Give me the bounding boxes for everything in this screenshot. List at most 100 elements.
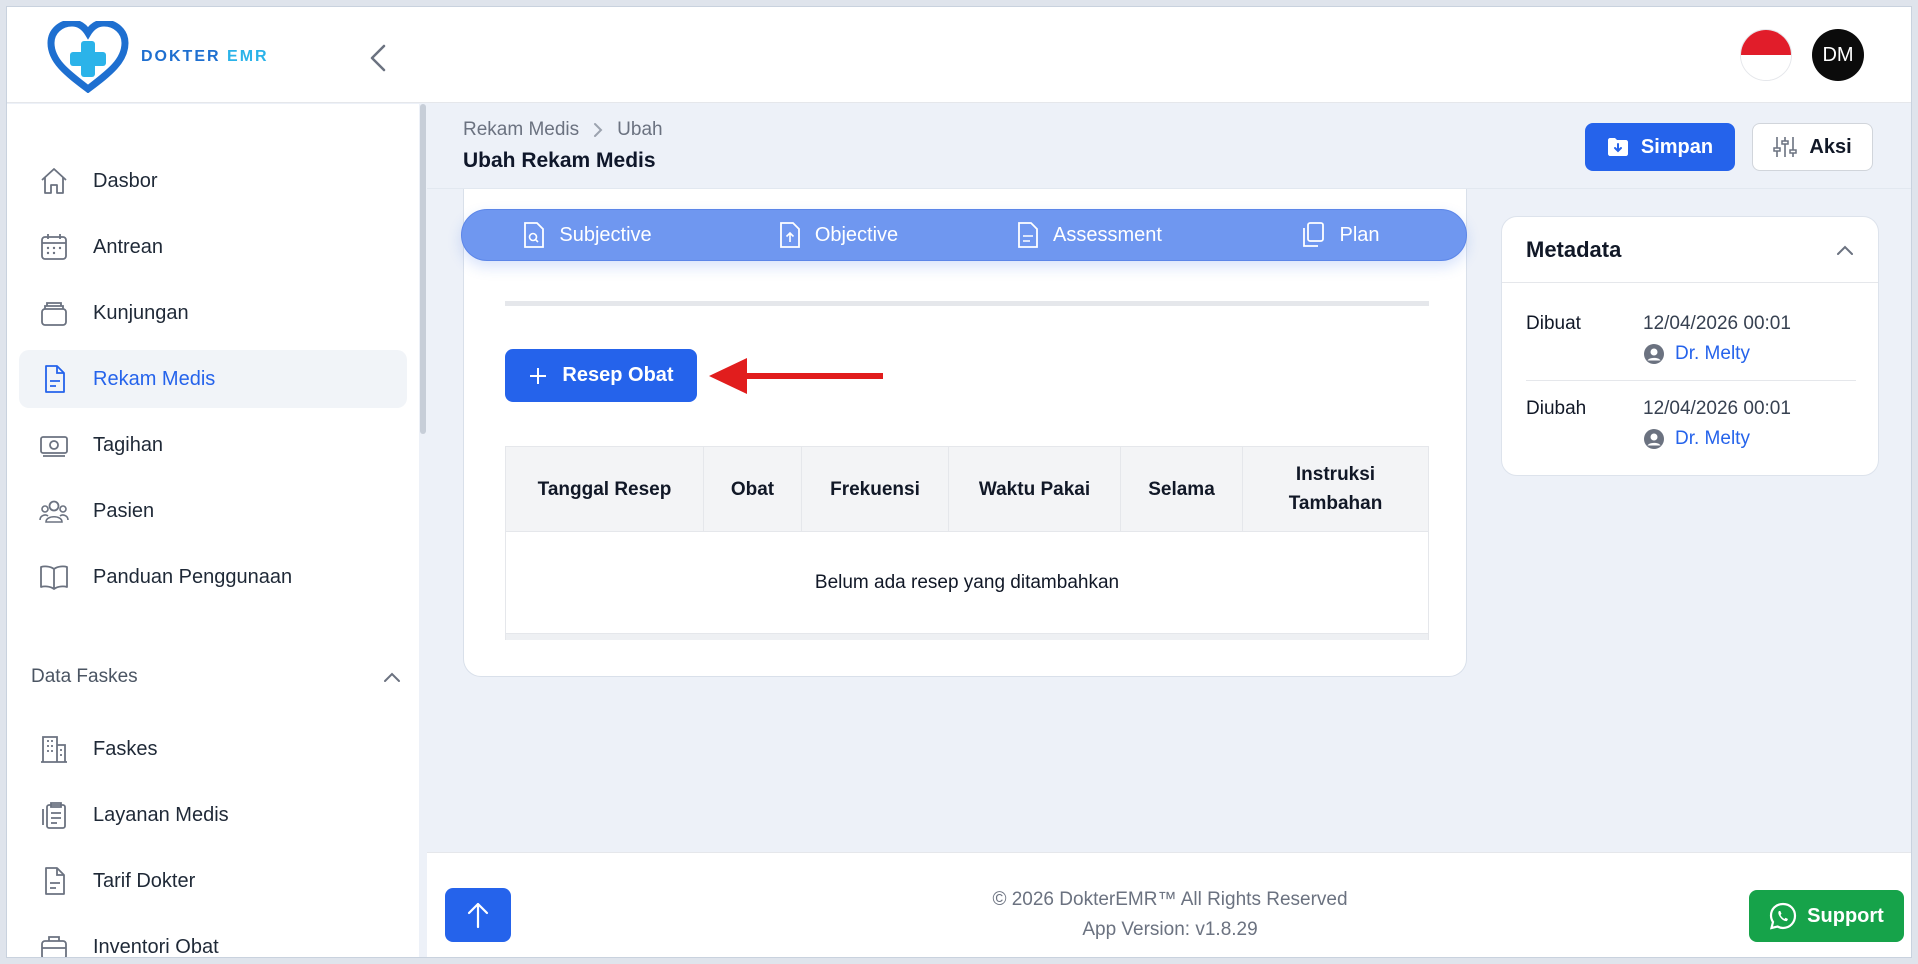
created-by-link[interactable]: Dr. Melty <box>1643 343 1750 365</box>
sidebar-item-faskes[interactable]: Faskes <box>19 720 407 778</box>
calendar-icon <box>37 230 71 264</box>
created-label: Dibuat <box>1526 313 1581 334</box>
tab-plan[interactable]: Plan <box>1215 222 1466 248</box>
sidebar-item-tarif-dokter[interactable]: Tarif Dokter <box>19 852 407 910</box>
column-header: Obat <box>704 447 802 531</box>
user-circle-icon <box>1644 344 1664 364</box>
support-label: Support <box>1807 904 1884 927</box>
sidebar-item-label: Rekam Medis <box>93 367 216 390</box>
table-header: Tanggal Resep Obat Frekuensi Waktu Pakai… <box>506 447 1428 532</box>
sidebar-scrollbar[interactable] <box>420 104 426 434</box>
scroll-to-top-button[interactable] <box>445 888 511 942</box>
sidebar-item-antrean[interactable]: Antrean <box>19 218 407 276</box>
metadata-header[interactable]: Metadata <box>1502 217 1878 283</box>
sidebar-item-rekam-medis[interactable]: Rekam Medis <box>19 350 407 408</box>
sidebar-item-label: Tarif Dokter <box>93 869 196 892</box>
annotation-arrow-icon <box>709 358 883 394</box>
file-upload-icon <box>779 222 800 248</box>
language-flag-button[interactable] <box>1740 29 1792 81</box>
sidebar-item-label: Tagihan <box>93 433 164 456</box>
updated-date: 12/04/2026 00:01 <box>1643 398 1791 419</box>
empty-state-message: Belum ada resep yang ditambahkan <box>506 532 1428 634</box>
tab-assessment[interactable]: Assessment <box>964 222 1215 248</box>
app-version-text: App Version: v1.8.29 <box>1082 919 1258 940</box>
building-icon <box>37 732 71 766</box>
sidebar-item-label: Dasbor <box>93 169 158 192</box>
footer-text: © 2026 DokterEMR™ All Rights Reserved Ap… <box>427 885 1911 945</box>
save-button[interactable]: Simpan <box>1585 123 1735 171</box>
sidebar: Dasbor Antrean Kunjungan Rekam Medis Tag… <box>7 104 419 958</box>
sidebar-item-label: Panduan Penggunaan <box>93 565 293 588</box>
tab-label: Plan <box>1339 223 1380 246</box>
heart-cross-logo-icon <box>47 21 129 93</box>
column-header: Frekuensi <box>802 447 949 531</box>
soap-tab-bar: Subjective Objective Assessment Plan <box>461 209 1467 261</box>
plus-icon <box>530 367 547 384</box>
folder-download-icon <box>1607 138 1628 156</box>
column-header: Selama <box>1121 447 1243 531</box>
users-icon <box>37 494 71 528</box>
sidebar-item-label: Pasien <box>93 499 155 522</box>
section-data-faskes[interactable]: Data Faskes <box>31 666 401 688</box>
clipboard-icon <box>37 798 71 832</box>
sidebar-item-label: Faskes <box>93 737 158 760</box>
metadata-panel: Metadata Dibuat 12/04/2026 00:01 Dr. Mel… <box>1501 216 1879 476</box>
sidebar-item-label: Inventori Obat <box>93 935 219 958</box>
sidebar-item-pasien[interactable]: Pasien <box>19 482 407 540</box>
sidebar-item-dasbor[interactable]: Dasbor <box>19 152 407 210</box>
add-prescription-button[interactable]: Resep Obat <box>505 349 697 402</box>
flag-red-half <box>1741 30 1791 55</box>
whatsapp-icon <box>1770 902 1797 930</box>
tab-objective[interactable]: Objective <box>713 222 964 248</box>
chevron-right-icon <box>594 123 603 137</box>
collapse-sidebar-button[interactable] <box>363 43 393 73</box>
logo-text: DOKTER EMR <box>141 48 269 65</box>
avatar-initials: DM <box>1822 43 1854 66</box>
sidebar-item-label: Layanan Medis <box>93 803 229 826</box>
book-icon <box>37 560 71 594</box>
sidebar-item-layanan-medis[interactable]: Layanan Medis <box>19 786 407 844</box>
breadcrumb-ubah: Ubah <box>617 119 663 140</box>
table-scrollbar[interactable] <box>506 634 1428 640</box>
column-header: Instruksi Tambahan <box>1288 464 1383 514</box>
sidebar-item-label: Antrean <box>93 235 164 258</box>
prescription-table: Tanggal Resep Obat Frekuensi Waktu Pakai… <box>505 446 1429 640</box>
sidebar-item-tagihan[interactable]: Tagihan <box>19 416 407 474</box>
sliders-icon <box>1773 137 1798 157</box>
metadata-divider <box>1526 380 1856 381</box>
sidebar-item-kunjungan[interactable]: Kunjungan <box>19 284 407 342</box>
arrow-up-icon <box>467 902 489 929</box>
page-title: Ubah Rekam Medis <box>463 149 656 172</box>
breadcrumb: Rekam Medis Ubah <box>463 119 663 141</box>
breadcrumb-rekam-medis[interactable]: Rekam Medis <box>463 119 579 141</box>
app-logo[interactable]: DOKTER EMR <box>47 21 269 93</box>
section-label: Data Faskes <box>31 666 138 687</box>
tab-subjective[interactable]: Subjective <box>462 222 713 248</box>
chevron-up-icon <box>1837 245 1853 255</box>
support-button[interactable]: Support <box>1749 890 1904 942</box>
tab-label: Subjective <box>559 223 652 246</box>
sidebar-item-label: Kunjungan <box>93 301 189 324</box>
chevron-up-icon <box>384 672 400 682</box>
column-header: Tanggal Resep <box>506 447 704 531</box>
tab-label: Objective <box>814 223 899 246</box>
action-button[interactable]: Aksi <box>1752 123 1873 171</box>
metadata-title: Metadata <box>1526 236 1622 262</box>
briefcase-icon <box>37 930 71 957</box>
section-divider <box>505 301 1429 306</box>
money-icon <box>37 428 71 462</box>
user-avatar[interactable]: DM <box>1812 29 1864 81</box>
updated-by-link[interactable]: Dr. Melty <box>1643 428 1750 450</box>
top-bar: DOKTER EMR DM <box>7 7 1911 103</box>
footer: © 2026 DokterEMR™ All Rights Reserved Ap… <box>427 852 1911 957</box>
flag-white-half <box>1741 55 1791 80</box>
sidebar-item-inventori-obat[interactable]: Inventori Obat <box>19 918 407 958</box>
sidebar-item-panduan[interactable]: Panduan Penggunaan <box>19 548 407 606</box>
save-label: Simpan <box>1640 135 1714 158</box>
created-date: 12/04/2026 00:01 <box>1643 313 1791 334</box>
add-prescription-label: Resep Obat <box>562 364 674 386</box>
updated-by-name: Dr. Melty <box>1675 428 1750 449</box>
clipboard-copy-icon <box>1303 222 1325 247</box>
file-search-icon <box>524 222 545 248</box>
created-by-name: Dr. Melty <box>1675 343 1750 364</box>
